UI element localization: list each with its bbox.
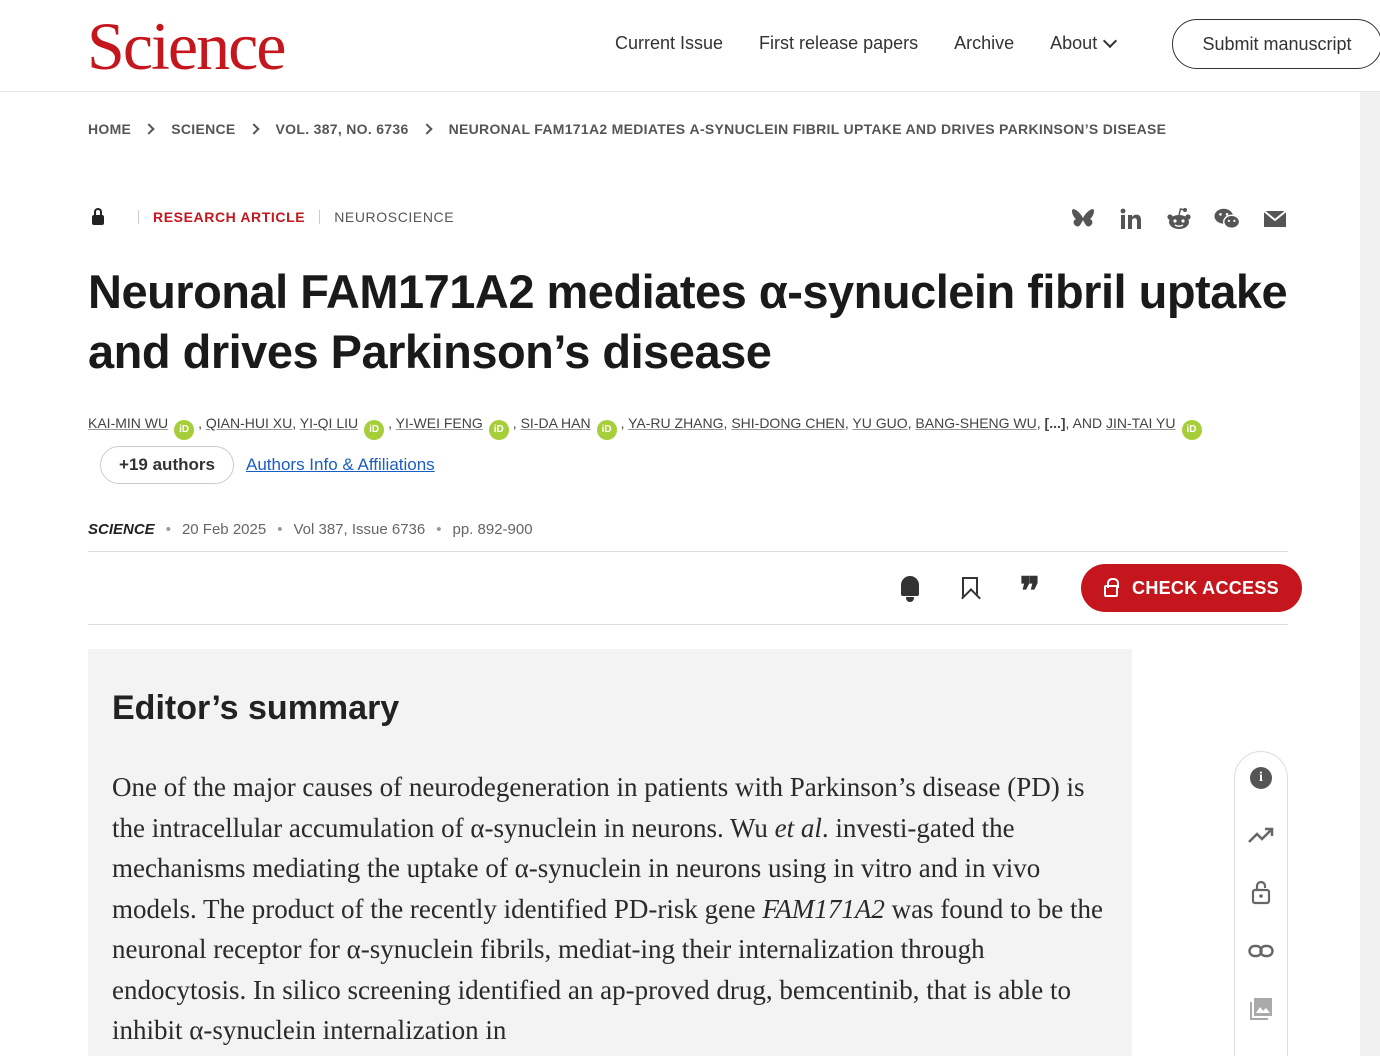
side-toolbar: i bbox=[1234, 751, 1288, 1056]
author-link[interactable]: YU GUO bbox=[852, 415, 907, 431]
nav-about[interactable]: About bbox=[1050, 33, 1118, 54]
article-meta: RESEARCH ARTICLE NEUROSCIENCE bbox=[88, 208, 454, 225]
authors-and: AND bbox=[1072, 415, 1103, 431]
bluesky-icon[interactable] bbox=[1070, 207, 1096, 231]
article-actions: ❞ CHECK ACCESS bbox=[895, 564, 1302, 613]
divider bbox=[138, 210, 139, 224]
breadcrumb: HOME SCIENCE VOL. 387, NO. 6736 NEURONAL… bbox=[88, 121, 1166, 137]
link-icon[interactable] bbox=[1248, 938, 1274, 964]
summary-heading: Editor’s summary bbox=[112, 689, 400, 727]
quote-icon[interactable]: ❞ bbox=[1015, 564, 1045, 613]
orcid-icon[interactable]: iD bbox=[174, 420, 195, 440]
author-list: KAI-MIN WU iD, QIAN-HUI XU, YI-QI LIU iD, … bbox=[88, 415, 1308, 440]
separator-dot: • bbox=[277, 521, 283, 538]
orcid-icon[interactable]: iD bbox=[596, 420, 617, 440]
submit-manuscript-button[interactable]: Submit manuscript bbox=[1172, 19, 1380, 69]
authors-ellipsis[interactable]: [...] bbox=[1045, 415, 1066, 431]
orcid-icon[interactable]: iD bbox=[364, 420, 385, 440]
nav-current-issue[interactable]: Current Issue bbox=[615, 33, 723, 54]
author-link[interactable]: YA-RU ZHANG bbox=[628, 415, 723, 431]
breadcrumb-volume[interactable]: VOL. 387, NO. 6736 bbox=[276, 121, 409, 137]
divider bbox=[88, 551, 1288, 552]
scrollbar-track[interactable] bbox=[1360, 92, 1380, 1056]
share-bar bbox=[1070, 207, 1288, 231]
author-link[interactable]: BANG-SHENG WU bbox=[915, 415, 1036, 431]
unlock-icon[interactable] bbox=[1248, 879, 1274, 905]
bell-icon[interactable] bbox=[895, 564, 925, 612]
divider bbox=[88, 624, 1288, 625]
breadcrumb-science[interactable]: SCIENCE bbox=[171, 121, 235, 137]
nav-archive[interactable]: Archive bbox=[954, 33, 1014, 54]
author-link[interactable]: KAI-MIN WU bbox=[88, 415, 168, 431]
linkedin-icon[interactable] bbox=[1118, 207, 1144, 231]
author-link[interactable]: YI-QI LIU bbox=[300, 415, 358, 431]
breadcrumb-current: NEURONAL FAM171A2 MEDIATES Α-SYNUCLEIN F… bbox=[448, 121, 1167, 137]
pub-volume[interactable]: Vol 387, Issue 6736 bbox=[293, 521, 425, 538]
authors-info-link[interactable]: Authors Info & Affiliations bbox=[246, 455, 435, 475]
author-link[interactable]: JIN-TAI YU bbox=[1106, 415, 1176, 431]
nav-about-label: About bbox=[1050, 33, 1098, 53]
article-section[interactable]: NEUROSCIENCE bbox=[334, 209, 454, 225]
chevron-right-icon bbox=[247, 123, 260, 135]
chevron-down-icon bbox=[1103, 33, 1118, 49]
pub-pages: pp. 892-900 bbox=[452, 521, 533, 538]
info-icon[interactable]: i bbox=[1248, 765, 1274, 791]
science-logo[interactable]: Science bbox=[87, 12, 286, 80]
orcid-icon[interactable]: iD bbox=[1181, 420, 1202, 440]
check-access-button[interactable]: CHECK ACCESS bbox=[1081, 564, 1302, 612]
author-link[interactable]: SI-DA HAN bbox=[521, 415, 591, 431]
images-icon[interactable] bbox=[1248, 996, 1274, 1022]
nav-first-release[interactable]: First release papers bbox=[759, 33, 918, 54]
orcid-icon[interactable]: iD bbox=[488, 420, 509, 440]
author-link[interactable]: YI-WEI FENG bbox=[396, 415, 483, 431]
summary-text: One of the major causes of neurodegenera… bbox=[112, 772, 1104, 1045]
pub-date: 20 Feb 2025 bbox=[181, 521, 267, 538]
separator-dot: • bbox=[165, 521, 171, 538]
author-link[interactable]: SHI-DONG CHEN bbox=[731, 415, 845, 431]
site-header: Science Current Issue First release pape… bbox=[0, 0, 1380, 92]
article-type[interactable]: RESEARCH ARTICLE bbox=[153, 209, 305, 225]
unlock-icon bbox=[1104, 578, 1120, 597]
chevron-right-icon bbox=[420, 123, 433, 135]
check-access-label: CHECK ACCESS bbox=[1132, 577, 1279, 598]
separator-dot: • bbox=[436, 521, 442, 538]
author-link[interactable]: QIAN-HUI XU bbox=[206, 415, 292, 431]
more-authors-button[interactable]: +19 authors bbox=[100, 446, 234, 484]
wechat-icon[interactable] bbox=[1214, 207, 1240, 231]
divider bbox=[319, 210, 321, 224]
article-title: Neuronal FAM171A2 mediates α-synuclein f… bbox=[88, 265, 1288, 378]
chevron-right-icon bbox=[143, 123, 155, 135]
bookmark-icon[interactable] bbox=[955, 564, 985, 612]
journal-name: SCIENCE bbox=[88, 521, 155, 538]
editors-summary: Editor’s summary One of the major causes… bbox=[88, 649, 1132, 1056]
lock-icon bbox=[92, 208, 104, 225]
main-nav: Current Issue First release papers Archi… bbox=[615, 33, 1118, 54]
trending-icon[interactable] bbox=[1248, 822, 1274, 848]
breadcrumb-home[interactable]: HOME bbox=[88, 121, 131, 137]
publication-info: SCIENCE • 20 Feb 2025 • Vol 387, Issue 6… bbox=[88, 521, 533, 538]
reddit-icon[interactable] bbox=[1166, 207, 1192, 231]
email-icon[interactable] bbox=[1262, 207, 1288, 231]
